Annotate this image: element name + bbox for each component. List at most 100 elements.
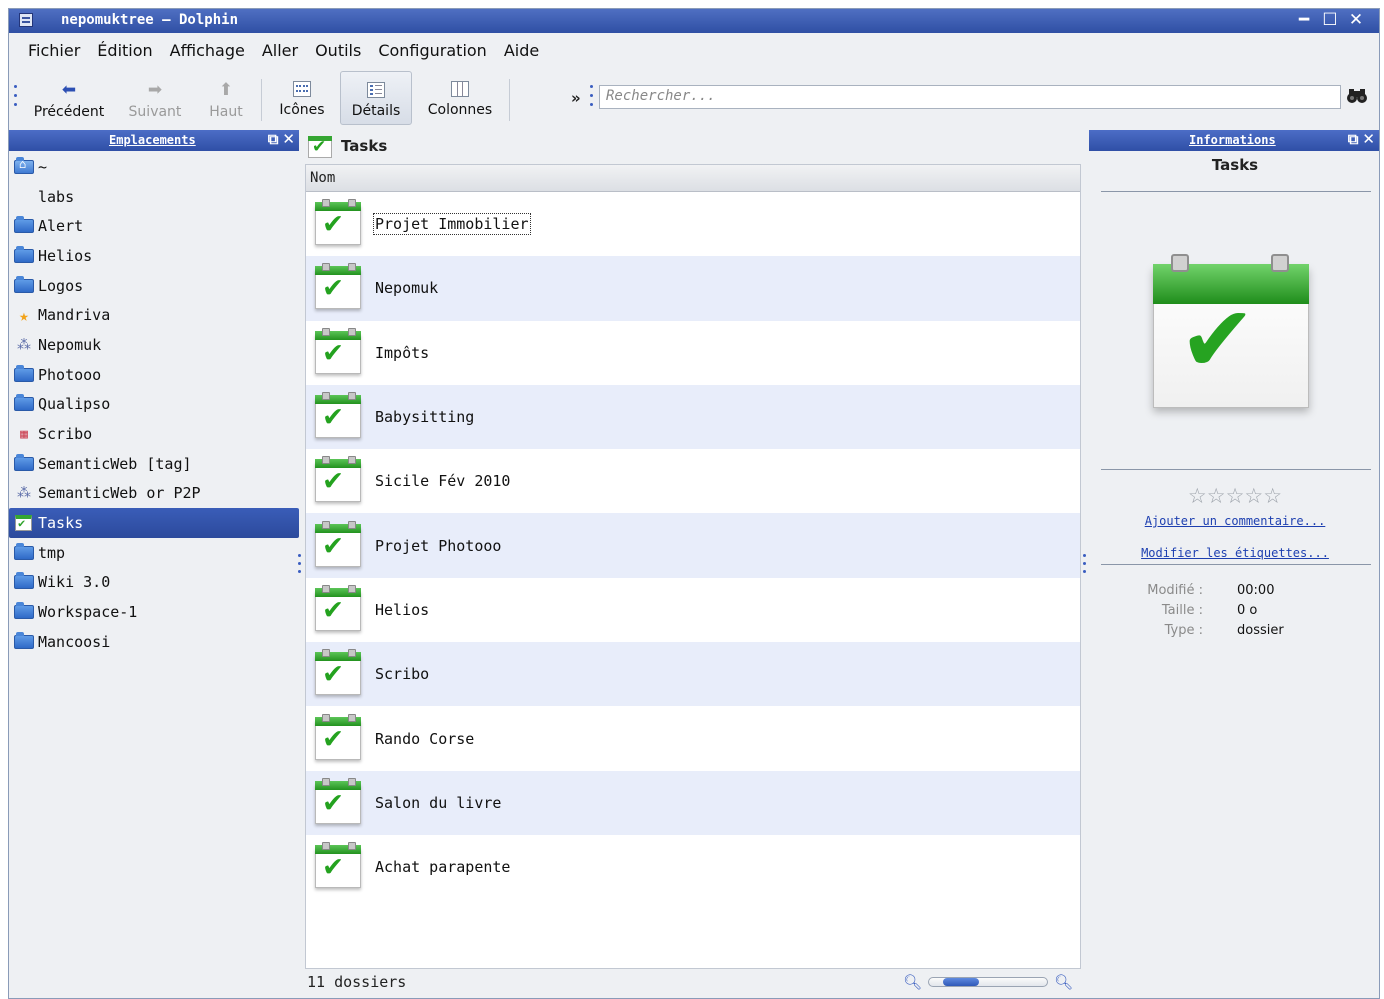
list-item-label: Helios bbox=[375, 600, 430, 619]
list-item-label: Scribo bbox=[375, 665, 430, 684]
place-item-tmp[interactable]: tmp bbox=[9, 538, 299, 568]
info-panel-header[interactable]: Informations ⧉ ✕ bbox=[1089, 130, 1379, 151]
status-text: 11 dossiers bbox=[307, 973, 407, 991]
list-item[interactable]: ✔ Impôts bbox=[306, 321, 1080, 385]
list-item-label: Sicile Fév 2010 bbox=[375, 472, 511, 491]
list-item[interactable]: ✔ Nepomuk bbox=[306, 256, 1080, 321]
back-button[interactable]: ⬅ Précédent bbox=[29, 71, 109, 125]
place-item-nepomuk[interactable]: ⁂ Nepomuk bbox=[9, 330, 299, 360]
list-item[interactable]: ✔ Projet Photooo bbox=[306, 513, 1080, 578]
list-item[interactable]: ✔ Rando Corse bbox=[306, 706, 1080, 770]
maximize-button[interactable]: ☐ bbox=[1321, 10, 1339, 30]
up-button[interactable]: ⬆ Haut bbox=[201, 71, 251, 125]
rating-stars[interactable]: ☆☆☆☆☆ bbox=[1089, 484, 1379, 508]
toolbar-separator bbox=[261, 79, 262, 121]
add-comment-link[interactable]: Ajouter un commentaire... bbox=[1089, 514, 1379, 528]
forward-label: Suivant bbox=[128, 104, 182, 120]
menu-affichage[interactable]: Affichage bbox=[161, 37, 253, 65]
list-item[interactable]: ✔ Babysitting bbox=[306, 384, 1080, 450]
dolphin-window: nepomuktree – Dolphin ━ ☐ ✕ Fichier Édit… bbox=[8, 8, 1380, 999]
menu-edition[interactable]: Édition bbox=[88, 37, 160, 65]
place-item-semanticweb-tag[interactable]: SemanticWeb [tag] bbox=[9, 449, 299, 479]
place-item-home[interactable]: ~ bbox=[9, 152, 299, 182]
zoom-in-icon[interactable]: 🔍︎ bbox=[1054, 973, 1073, 991]
search-handle[interactable] bbox=[590, 85, 594, 113]
list-item-label: Salon du livre bbox=[375, 793, 502, 812]
back-arrow-icon: ⬅ bbox=[61, 80, 77, 100]
divider bbox=[1101, 564, 1371, 565]
list-item[interactable]: ✔ Scribo bbox=[306, 642, 1080, 707]
place-item-helios[interactable]: Helios bbox=[9, 241, 299, 271]
place-item-tasks[interactable]: Tasks bbox=[9, 508, 299, 538]
place-item-qualipso[interactable]: Qualipso bbox=[9, 390, 299, 420]
task-folder-icon: ✔ bbox=[313, 647, 363, 701]
place-item-photooo[interactable]: Photooo bbox=[9, 360, 299, 390]
task-folder-icon: ✔ bbox=[313, 326, 363, 380]
tasks-icon bbox=[14, 514, 34, 532]
task-folder-icon: ✔ bbox=[313, 454, 363, 508]
nepomuk-icon: ⁂ bbox=[17, 336, 31, 353]
list-item[interactable]: ✔ Sicile Fév 2010 bbox=[306, 449, 1080, 513]
place-item-labs[interactable]: labs bbox=[9, 182, 624, 222]
list-item[interactable]: ✔ Helios bbox=[306, 578, 1080, 642]
menu-outils[interactable]: Outils bbox=[306, 37, 369, 65]
place-item-workspace[interactable]: Workspace-1 bbox=[9, 597, 299, 627]
list-item[interactable]: ✔ Projet Immobilier bbox=[306, 192, 1080, 256]
place-item-mandriva[interactable]: ★ Mandriva bbox=[9, 300, 299, 330]
close-button[interactable]: ✕ bbox=[1347, 10, 1365, 30]
task-folder-icon: ✔ bbox=[313, 390, 363, 444]
places-list: ~ labs Alert Helios Logos ★Mandriva ⁂Nep… bbox=[9, 152, 624, 657]
details-view-label: Détails bbox=[351, 103, 401, 119]
minimize-button[interactable]: ━ bbox=[1295, 10, 1313, 30]
main-toolbar: ⬅ Précédent ➡ Suivant ⬆ Haut Icônes Déta… bbox=[9, 67, 1379, 131]
folder-icon bbox=[14, 453, 34, 471]
list-item[interactable]: ✔ Achat parapente bbox=[306, 835, 1080, 899]
place-item-wiki[interactable]: Wiki 3.0 bbox=[9, 568, 299, 598]
places-panel-header[interactable]: Emplacements ⧉ ✕ bbox=[9, 130, 299, 151]
folder-icon bbox=[14, 364, 34, 382]
float-panel-icon[interactable]: ⧉ bbox=[1348, 130, 1359, 148]
place-item-scribo[interactable]: ▦ Scribo bbox=[9, 419, 299, 449]
list-item-label: Babysitting bbox=[375, 408, 475, 427]
menu-configuration[interactable]: Configuration bbox=[369, 37, 495, 65]
list-item-label: Projet Immobilier bbox=[373, 213, 531, 236]
zoom-out-icon[interactable]: 🔍︎ bbox=[903, 973, 922, 991]
place-item-logos[interactable]: Logos bbox=[9, 271, 299, 301]
folder-icon bbox=[14, 275, 34, 293]
list-item[interactable]: ✔ Salon du livre bbox=[306, 770, 1080, 835]
close-panel-icon[interactable]: ✕ bbox=[1362, 130, 1375, 148]
task-folder-icon: ✔ bbox=[313, 197, 363, 251]
list-item-label: Impôts bbox=[375, 343, 430, 362]
place-item-mancoosi[interactable]: Mancoosi bbox=[9, 627, 299, 657]
zoom-slider-handle[interactable] bbox=[943, 978, 980, 986]
menu-fichier[interactable]: Fichier bbox=[9, 37, 88, 65]
window-title: nepomuktree – Dolphin bbox=[61, 12, 239, 28]
title-bar[interactable]: nepomuktree – Dolphin ━ ☐ ✕ bbox=[9, 9, 1379, 33]
binoculars-icon[interactable] bbox=[1347, 88, 1367, 108]
menu-aller[interactable]: Aller bbox=[253, 37, 306, 65]
column-header-name[interactable]: Nom bbox=[306, 165, 1080, 192]
menu-aide[interactable]: Aide bbox=[495, 37, 547, 65]
zoom-slider[interactable] bbox=[928, 977, 1049, 987]
close-panel-icon[interactable]: ✕ bbox=[282, 130, 295, 148]
app-menu-icon[interactable] bbox=[19, 13, 33, 27]
toolbar-overflow-button[interactable]: » bbox=[571, 89, 581, 107]
columns-view-button[interactable]: Colonnes bbox=[421, 71, 499, 125]
details-view-button[interactable]: Détails bbox=[340, 71, 412, 125]
search-input[interactable]: Rechercher... bbox=[599, 85, 1341, 109]
toolbar-handle[interactable] bbox=[14, 85, 18, 113]
info-panel-title: Informations bbox=[1189, 133, 1276, 147]
right-splitter-handle[interactable] bbox=[1083, 554, 1087, 584]
location-bar[interactable]: ✔ Tasks bbox=[307, 131, 387, 161]
place-item-alert[interactable]: Alert bbox=[9, 211, 299, 241]
left-splitter-handle[interactable] bbox=[298, 554, 302, 584]
icons-view-button[interactable]: Icônes bbox=[272, 71, 332, 125]
edit-tags-link[interactable]: Modifier les étiquettes... bbox=[1089, 546, 1379, 560]
float-panel-icon[interactable]: ⧉ bbox=[268, 130, 279, 148]
folder-icon bbox=[14, 245, 34, 263]
columns-view-icon bbox=[451, 81, 469, 97]
folder-icon bbox=[14, 631, 34, 649]
details-view-icon bbox=[367, 82, 385, 98]
place-item-semanticweb-p2p[interactable]: ⁂ SemanticWeb or P2P bbox=[9, 479, 299, 509]
forward-button[interactable]: ➡ Suivant bbox=[119, 71, 191, 125]
